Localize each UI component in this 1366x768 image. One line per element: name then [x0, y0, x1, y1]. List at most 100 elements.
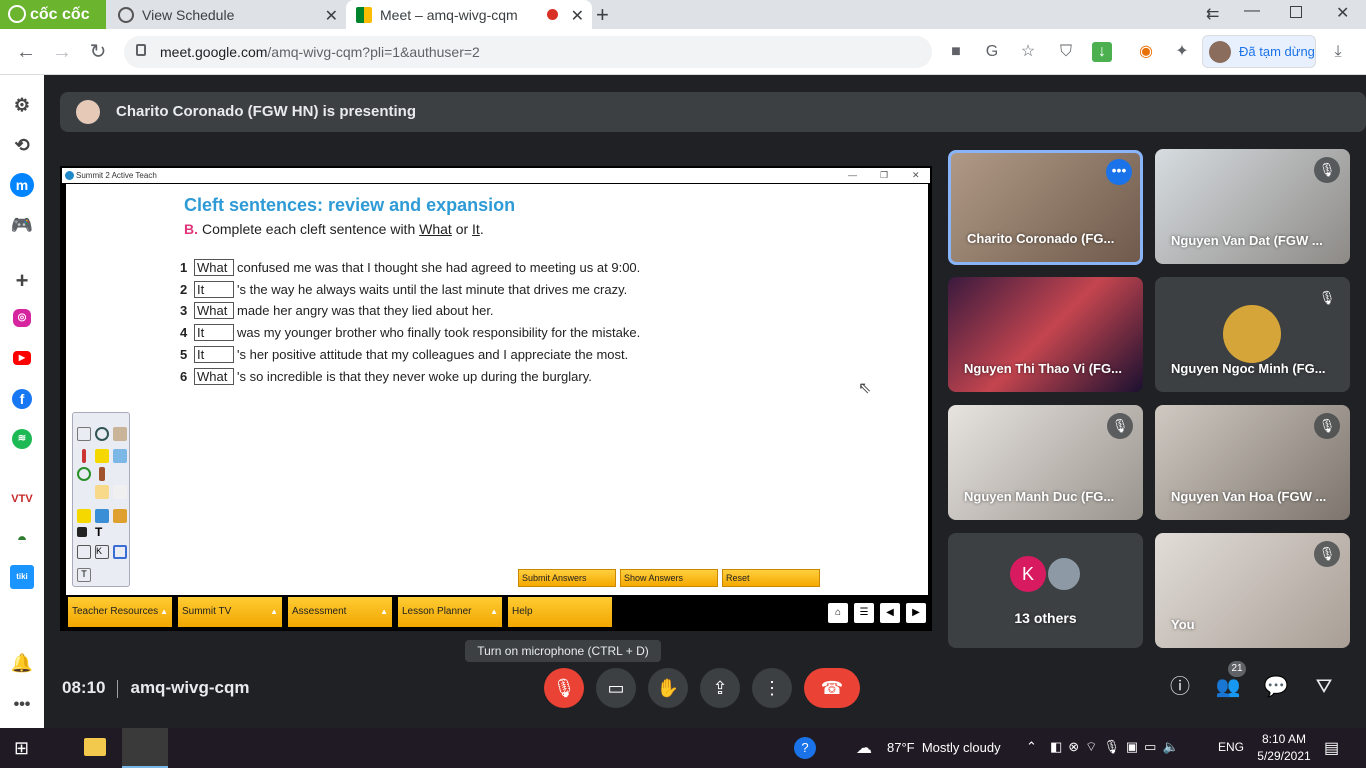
participant-tile[interactable]: 🎙 Nguyen Manh Duc (FG...	[948, 405, 1143, 520]
question-number: 4	[180, 324, 188, 340]
avatar	[1209, 40, 1231, 63]
turtle-icon[interactable]: ◓	[10, 527, 34, 551]
more-dots-icon[interactable]: •••	[10, 693, 34, 717]
bookmark-star-icon[interactable]: ☆	[1018, 42, 1038, 62]
avatar	[1046, 556, 1082, 592]
question-text: 's so incredible is that they never woke…	[237, 368, 592, 384]
instagram-icon[interactable]: ◎	[13, 309, 31, 327]
vtv-go-icon[interactable]: VTV	[10, 487, 34, 511]
close-tab-icon[interactable]: ✕	[571, 6, 584, 26]
mic-toggle-button[interactable]: 🎙	[544, 668, 584, 708]
question-row: 5 It's her positive attitude that my coll…	[180, 345, 628, 363]
question-text: made her angry was that they lied about …	[237, 302, 494, 318]
present-screen-button[interactable]: ⇪	[700, 668, 740, 708]
reset-button: Reset	[722, 569, 820, 587]
profile-button[interactable]: Đã tạm dừng	[1202, 35, 1316, 68]
leave-call-button[interactable]: ☎	[804, 668, 860, 708]
forward-arrow-icon[interactable]: →	[50, 40, 74, 64]
edit-icon	[77, 545, 91, 559]
participant-tile[interactable]: ••• Charito Coronado (FG...	[948, 150, 1143, 265]
participant-name: Nguyen Van Hoa (FGW ...	[1171, 489, 1327, 504]
app-window-title: Summit 2 Active Teach	[76, 171, 157, 180]
nav-assessment: Assessment ▲	[288, 597, 394, 627]
more-options-icon[interactable]: •••	[1106, 159, 1132, 185]
close-tab-icon[interactable]: ✕	[325, 6, 338, 26]
facebook-icon[interactable]: f	[12, 389, 32, 409]
question-row: 2 It's the way he always waits until the …	[180, 280, 627, 298]
slide: Cleft sentences: review and expansion B.…	[66, 184, 928, 595]
participant-tile[interactable]: Nguyen Thi Thao Vi (FG...	[948, 277, 1143, 392]
youtube-icon[interactable]: ▶	[13, 351, 31, 365]
info-icon[interactable]: ⓘ	[1167, 674, 1193, 700]
avatar	[76, 100, 100, 124]
tab-search-icon[interactable]: ⇇	[1206, 4, 1219, 24]
raise-hand-button[interactable]: ✋	[648, 668, 688, 708]
tiki-icon[interactable]: tiki	[10, 565, 34, 589]
close-window-button[interactable]: ✕	[1336, 3, 1349, 23]
coccoc-taskbar-icon[interactable]	[122, 728, 168, 768]
restore-button[interactable]	[1290, 6, 1302, 18]
help-icon[interactable]: ?	[794, 737, 816, 759]
notification-bell-icon[interactable]: 🔔	[10, 651, 34, 675]
mic-off-icon: 🎙	[1314, 157, 1340, 183]
people-icon[interactable]: 👥	[1215, 674, 1241, 700]
extensions-puzzle-icon[interactable]: ✦	[1172, 42, 1192, 62]
meet-area: Charito Coronado (FGW HN) is presenting …	[44, 75, 1366, 728]
undo-icon	[77, 467, 91, 481]
back-arrow-icon[interactable]: ←	[14, 40, 38, 64]
grid-icon	[77, 527, 87, 537]
shape-icon	[113, 545, 127, 559]
messenger-icon[interactable]: m	[10, 173, 34, 197]
omnibox[interactable]: meet.google.com/amq-wivg-cqm?pli=1&authu…	[124, 36, 1035, 68]
chat-icon[interactable]: 💬	[1263, 674, 1289, 700]
clock-date[interactable]: 5/29/2021	[1252, 749, 1316, 763]
spotify-icon[interactable]: ≋	[12, 429, 32, 449]
question-row: 3 What made her angry was that they lied a…	[180, 301, 494, 319]
clock-time[interactable]: 8:10 AM	[1258, 732, 1310, 746]
tab-meet[interactable]: Meet – amq-wivg-cqm ✕	[346, 0, 592, 29]
file-explorer-icon[interactable]	[84, 738, 106, 756]
new-tab-button[interactable]: +	[596, 2, 609, 28]
participant-name: Nguyen Ngoc Minh (FG...	[1171, 361, 1326, 376]
url-host: meet.google.com	[160, 44, 268, 60]
downloads-icon[interactable]: ⤓	[1328, 42, 1348, 62]
camera-blocked-icon[interactable]: ■	[946, 42, 966, 62]
minimize-button[interactable]: —	[1244, 2, 1260, 20]
history-icon[interactable]: ⟲	[10, 133, 34, 157]
settings-gear-icon[interactable]: ⚙	[10, 93, 34, 117]
self-tile[interactable]: 🎙 You	[1155, 533, 1350, 648]
participant-tile[interactable]: 🎙 Nguyen Van Dat (FGW ...	[1155, 149, 1350, 264]
tray-chevron-icon[interactable]: ⌃	[1026, 739, 1037, 755]
hand-pan-icon	[113, 427, 127, 441]
coccoc-logo[interactable]: cốc cốc	[0, 0, 106, 29]
shield-icon[interactable]: ⛉	[1056, 42, 1076, 62]
weather-cloud-icon: ☁	[856, 740, 872, 757]
windows-start-icon[interactable]: ⊞	[14, 738, 29, 759]
drawing-toolbox: T K T	[72, 412, 130, 587]
participant-tile-others[interactable]: K 13 others	[948, 533, 1143, 648]
download-green-icon[interactable]: ↓	[1092, 42, 1112, 62]
add-app-icon[interactable]: +	[10, 269, 34, 293]
app-close-icon: ✕	[912, 170, 920, 180]
participant-tile[interactable]: 🎙 Nguyen Ngoc Minh (FG...	[1155, 277, 1350, 392]
camera-toggle-button[interactable]: ▭	[596, 668, 636, 708]
browser-sidebar: ⚙ ⟲ m 🎮 + ◎ ▶ f ≋ VTV ◓ tiki 🔔 •••	[0, 75, 44, 728]
answer-box: It	[194, 323, 234, 341]
language-indicator[interactable]: ENG	[1218, 740, 1244, 754]
tab-view-schedule[interactable]: View Schedule ✕	[108, 0, 346, 29]
nav-label: Summit TV	[182, 606, 232, 617]
participant-tile[interactable]: 🎙 Nguyen Van Hoa (FGW ...	[1155, 405, 1350, 520]
question-number: 2	[180, 281, 188, 297]
activities-icon[interactable]: ⛛	[1311, 674, 1337, 700]
game-controller-icon[interactable]: 🎮	[10, 213, 34, 237]
translate-icon[interactable]: G	[982, 42, 1002, 62]
reload-icon[interactable]: ↻	[86, 40, 110, 64]
more-options-button[interactable]: ⋮	[752, 668, 792, 708]
notifications-icon[interactable]: ▤	[1324, 738, 1339, 758]
address-toolbar: ← → ↻ meet.google.com/amq-wivg-cqm?pli=1…	[0, 29, 1366, 75]
coccoc-extension-icon[interactable]: ◉	[1136, 42, 1156, 62]
mic-off-icon: 🎙	[1314, 541, 1340, 567]
participant-name: Charito Coronado (FG...	[967, 231, 1115, 246]
weather-text[interactable]: 87°F Mostly cloudy	[887, 740, 1001, 755]
coccoc-icon	[8, 5, 26, 23]
